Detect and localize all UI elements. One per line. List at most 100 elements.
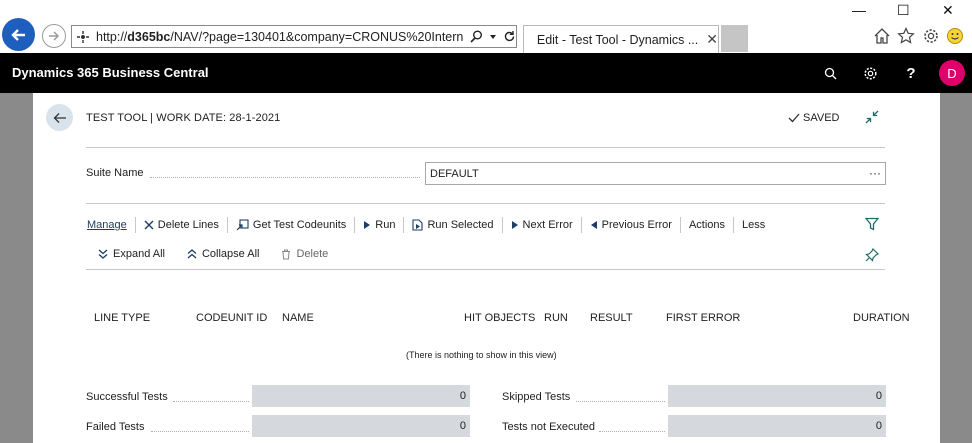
get-test-codeunits-button[interactable]: Get Test Codeunits xyxy=(228,217,356,233)
manage-label: Manage xyxy=(87,219,127,231)
gear-icon xyxy=(863,66,877,80)
divider xyxy=(86,147,885,148)
browser-tab[interactable]: Edit - Test Tool - Dynamics ... ✕ xyxy=(523,25,719,53)
play-icon xyxy=(511,221,518,229)
column-header-hit-objects[interactable]: HIT OBJECTS xyxy=(464,312,535,324)
filter-funnel-icon xyxy=(864,217,880,231)
refresh-icon[interactable] xyxy=(503,30,516,43)
address-url[interactable]: http://d365bc/NAV/?page=130401&company=C… xyxy=(96,30,464,44)
page-card: TEST TOOL | WORK DATE: 28-1-2021 SAVED S… xyxy=(33,93,940,443)
arrow-left-icon xyxy=(10,28,25,41)
expand-all-button[interactable]: Expand All xyxy=(98,248,165,260)
browser-forward-button[interactable] xyxy=(42,24,66,48)
delete-lines-button[interactable]: Delete Lines xyxy=(136,217,228,233)
feedback-smiley-icon[interactable] xyxy=(946,27,964,45)
site-icon xyxy=(77,30,89,43)
column-header-run[interactable]: RUN xyxy=(544,312,568,324)
failed-tests-value: 0 xyxy=(252,415,470,437)
column-header-first-error[interactable]: FIRST ERROR xyxy=(666,312,740,324)
arrow-left-icon xyxy=(53,112,66,123)
successful-tests-value: 0 xyxy=(252,385,470,407)
collapse-all-button[interactable]: Collapse All xyxy=(187,248,259,260)
saved-label: SAVED xyxy=(803,112,840,124)
manage-tab[interactable]: Manage xyxy=(86,217,136,233)
expand-all-label: Expand All xyxy=(113,248,165,260)
column-header-line-type[interactable]: LINE TYPE xyxy=(94,312,150,324)
new-tab-button[interactable] xyxy=(721,25,748,52)
settings-button[interactable] xyxy=(860,63,880,83)
tests-not-executed-label: Tests not Executed xyxy=(502,421,595,433)
suite-name-label: Suite Name xyxy=(86,167,144,179)
codeunit-import-icon xyxy=(236,219,249,231)
run-selected-button[interactable]: Run Selected xyxy=(404,217,503,233)
suite-lookup-button[interactable]: ··· xyxy=(869,166,881,180)
secondary-action-bar: Expand All Collapse All Delete xyxy=(98,248,328,260)
skipped-tests-value: 0 xyxy=(668,385,886,407)
address-bar[interactable]: http://d365bc/NAV/?page=130401&company=C… xyxy=(71,25,517,48)
arrow-right-icon xyxy=(49,31,60,41)
empty-list-message: (There is nothing to show in this view) xyxy=(406,350,557,360)
minimize-button[interactable]: — xyxy=(852,2,866,18)
site-icon xyxy=(530,39,531,40)
previous-error-label: Previous Error xyxy=(601,219,672,231)
field-leader-dots xyxy=(150,177,420,178)
collapse-page-button[interactable] xyxy=(865,110,879,127)
browser-chrome: — ☐ ✕ http://d365bc/NAV/?page=130401&com… xyxy=(0,0,972,54)
tab-close-icon[interactable]: ✕ xyxy=(706,31,718,48)
delete-label: Delete xyxy=(296,248,329,260)
double-chevron-down-icon xyxy=(98,249,108,259)
delete-lines-label: Delete Lines xyxy=(157,219,219,231)
user-avatar[interactable]: D xyxy=(939,60,965,86)
skipped-tests-label: Skipped Tests xyxy=(502,391,571,403)
question-mark-icon: ? xyxy=(906,64,916,82)
app-header: Dynamics 365 Business Central ? xyxy=(0,53,972,93)
field-leader-dots xyxy=(576,401,665,402)
action-bar: Manage Delete Lines Get Test Codeunits R… xyxy=(86,217,773,233)
actions-menu[interactable]: Actions xyxy=(681,217,735,233)
delete-button[interactable]: Delete xyxy=(281,248,328,260)
run-button[interactable]: Run xyxy=(355,217,405,233)
page-back-button[interactable] xyxy=(46,104,73,131)
less-label: Less xyxy=(742,219,766,231)
x-delete-icon xyxy=(144,220,154,230)
run-label: Run xyxy=(375,219,396,231)
maximize-button[interactable]: ☐ xyxy=(897,2,910,19)
actions-label: Actions xyxy=(688,219,726,231)
get-test-codeunits-label: Get Test Codeunits xyxy=(252,219,347,231)
search-button[interactable] xyxy=(820,63,840,83)
run-selected-icon xyxy=(412,219,424,231)
page-title: TEST TOOL | WORK DATE: 28-1-2021 xyxy=(86,112,281,124)
settings-gear-icon[interactable] xyxy=(922,27,940,45)
column-header-name[interactable]: NAME xyxy=(282,312,314,324)
app-title: Dynamics 365 Business Central xyxy=(12,65,209,80)
tests-not-executed-value: 0 xyxy=(668,415,886,437)
pin-icon xyxy=(865,247,880,262)
next-error-button[interactable]: Next Error xyxy=(503,217,582,233)
double-chevron-up-icon xyxy=(187,249,197,259)
divider xyxy=(86,269,885,270)
help-button[interactable]: ? xyxy=(901,63,921,83)
chevron-down-icon[interactable] xyxy=(489,33,497,41)
checkmark-icon xyxy=(788,113,800,123)
saved-indicator: SAVED xyxy=(788,112,839,124)
browser-back-button[interactable] xyxy=(2,18,35,51)
trash-icon xyxy=(282,249,291,259)
reverse-play-icon xyxy=(590,221,597,229)
filter-button[interactable] xyxy=(864,217,880,234)
less-button[interactable]: Less xyxy=(734,217,773,233)
column-header-duration[interactable]: DURATION xyxy=(853,312,910,324)
home-icon[interactable] xyxy=(873,27,891,45)
column-header-result[interactable]: RESULT xyxy=(590,312,633,324)
previous-error-button[interactable]: Previous Error xyxy=(582,217,681,233)
column-header-codeunit-id[interactable]: CODEUNIT ID xyxy=(196,312,267,324)
field-leader-dots xyxy=(151,431,249,432)
suite-name-field[interactable]: DEFAULT xyxy=(425,162,886,185)
next-error-label: Next Error xyxy=(522,219,573,231)
play-icon xyxy=(364,221,371,229)
close-window-button[interactable]: ✕ xyxy=(942,2,954,19)
field-leader-dots xyxy=(599,431,665,432)
search-icon[interactable] xyxy=(470,30,483,43)
divider xyxy=(86,203,885,204)
favorites-star-icon[interactable] xyxy=(897,27,915,45)
pin-action-bar-button[interactable] xyxy=(865,247,880,265)
